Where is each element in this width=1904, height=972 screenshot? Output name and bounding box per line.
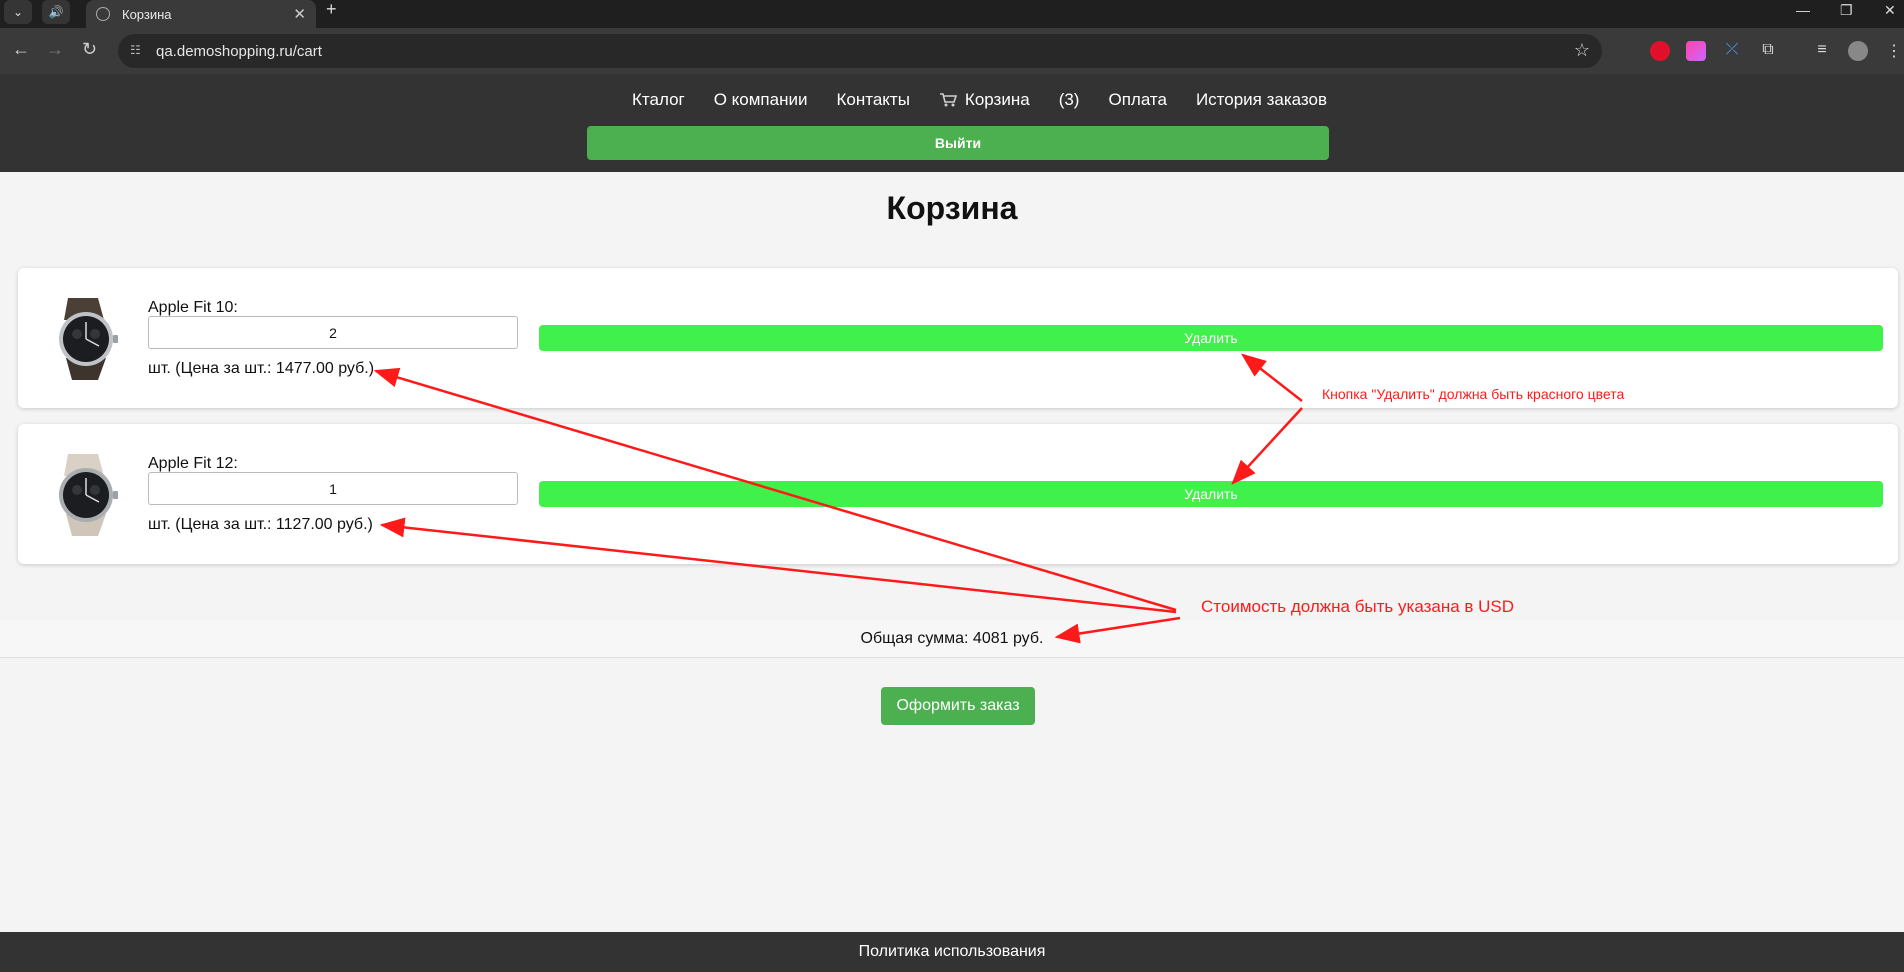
window-close-icon[interactable]: ✕: [1884, 2, 1896, 19]
browser-tab[interactable]: Корзина ✕: [86, 0, 316, 28]
product-watch-image: [59, 454, 118, 536]
quantity-input[interactable]: 1: [148, 472, 518, 505]
quantity-input[interactable]: 2: [148, 316, 518, 349]
extension-color-icon[interactable]: [1686, 41, 1706, 61]
reload-icon[interactable]: ↻: [82, 40, 97, 58]
site-info-icon[interactable]: ☷: [130, 43, 146, 59]
logout-button[interactable]: Выйти: [587, 126, 1329, 160]
menu-item-contacts[interactable]: Контакты: [836, 90, 909, 110]
media-control-icon[interactable]: ≡: [1812, 41, 1832, 61]
back-icon[interactable]: ←: [12, 40, 30, 58]
item-price: шт. (Цена за шт.: 1127.00 руб.): [148, 516, 373, 533]
extensions-puzzle-icon[interactable]: ⧉: [1758, 41, 1778, 61]
item-name: Apple Fit 10:: [148, 299, 238, 316]
globe-icon: [96, 7, 110, 21]
site-header: Кталог О компании Контакты Корзина (3) О…: [0, 74, 1904, 172]
menu-item-about[interactable]: О компании: [714, 90, 808, 110]
cart-item: Apple Fit 12: 1 шт. (Цена за шт.: 1127.0…: [18, 424, 1898, 564]
cart-icon: [939, 93, 957, 107]
checkout-button[interactable]: Оформить заказ: [881, 687, 1035, 725]
bookmark-star-icon[interactable]: ☆: [1574, 40, 1590, 61]
browser-tab-strip: ⌄ 🔊 Корзина ✕ + — ❐ ✕: [0, 0, 1904, 28]
forward-icon[interactable]: →: [46, 40, 64, 58]
restore-icon[interactable]: ❐: [1840, 2, 1853, 19]
remove-button[interactable]: Удалить: [539, 481, 1883, 507]
cart-label: Корзина: [964, 90, 1030, 109]
extension-opera-icon[interactable]: [1650, 41, 1670, 61]
product-watch-image: [59, 298, 118, 380]
browser-toolbar: ← → ↻ ☷ qa.demoshopping.ru/cart ☆ ⤫ ⧉ ≡ …: [0, 28, 1904, 74]
menu-item-payment[interactable]: Оплата: [1108, 90, 1166, 110]
audio-icon[interactable]: 🔊: [42, 0, 70, 24]
address-bar[interactable]: ☷ qa.demoshopping.ru/cart ☆: [118, 34, 1602, 68]
menu-item-catalog[interactable]: Кталог: [632, 90, 685, 110]
cart-count: (3): [1058, 90, 1080, 109]
cart-total: Общая сумма: 4081 руб.: [860, 630, 1044, 647]
menu-item-order-history[interactable]: История заказов: [1196, 90, 1327, 110]
profile-avatar[interactable]: [1848, 41, 1868, 61]
browser-menu-icon[interactable]: ⋮: [1884, 41, 1904, 61]
url-text: qa.demoshopping.ru/cart: [156, 43, 322, 60]
main-menu: Кталог О компании Контакты Корзина (3) О…: [632, 90, 1327, 110]
page-title: Корзина: [886, 190, 1018, 226]
remove-button[interactable]: Удалить: [539, 325, 1883, 351]
total-bar: Общая сумма: 4081 руб.: [0, 620, 1904, 658]
item-price: шт. (Цена за шт.: 1477.00 руб.): [148, 360, 375, 377]
footer-policy-link[interactable]: Политика использования: [859, 943, 1046, 961]
annotation-currency: Стоимость должна быть указана в USD: [1201, 597, 1515, 616]
menu-item-cart[interactable]: Корзина: [939, 90, 1030, 110]
item-name: Apple Fit 12:: [148, 455, 238, 472]
extension-arrow-icon[interactable]: ⤫: [1722, 41, 1742, 61]
minimize-icon[interactable]: —: [1796, 2, 1810, 18]
tab-title: Корзина: [122, 6, 172, 22]
footer: Политика использования: [0, 932, 1904, 972]
new-tab-icon[interactable]: +: [326, 0, 337, 24]
tab-search-chevron-icon[interactable]: ⌄: [4, 0, 32, 24]
annotation-remove-color: Кнопка "Удалить" должна быть красного цв…: [1322, 386, 1625, 402]
tab-close-icon[interactable]: ✕: [293, 5, 306, 23]
